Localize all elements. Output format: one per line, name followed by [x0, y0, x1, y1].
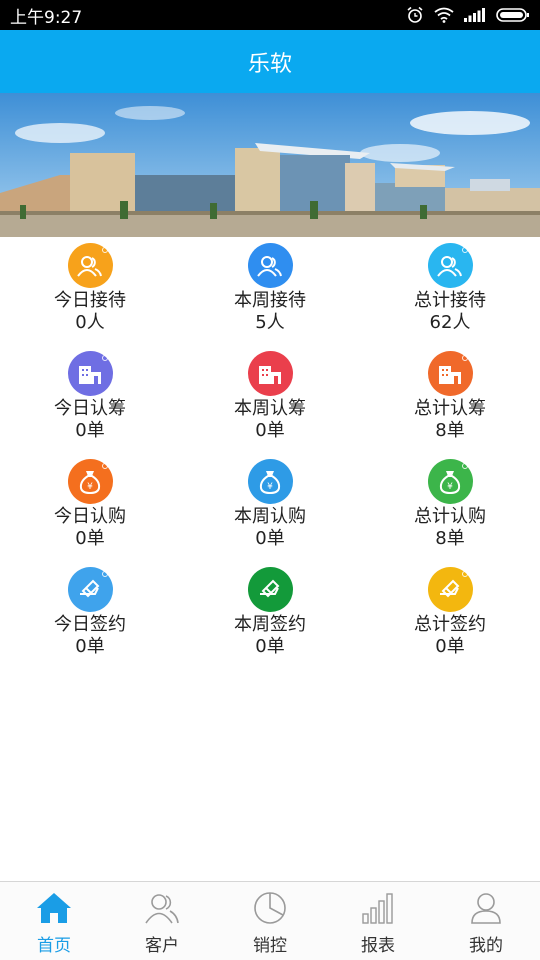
stat-value: 8单	[435, 420, 465, 441]
stat-value: 0单	[75, 636, 105, 657]
nav-label: 首页	[37, 936, 71, 956]
money-bag-icon: ¥	[247, 459, 293, 504]
building-photo	[0, 93, 540, 237]
stat-today-reception[interactable]: 今日接待 0人	[0, 240, 180, 348]
stats-grid: 今日接待 0人 本周接待 5人 总计接待 62人 今日认筹 0单 本周认筹 0单…	[0, 240, 540, 672]
nav-label: 我的	[469, 936, 503, 956]
stat-label: 本周签约	[234, 614, 306, 635]
svg-text:¥: ¥	[87, 482, 93, 492]
stat-label: 本周认购	[234, 506, 306, 527]
building-icon	[67, 351, 113, 396]
stat-total-signing[interactable]: 总计签约 0单	[360, 564, 540, 672]
stat-week-signing[interactable]: 本周签约 0单	[180, 564, 360, 672]
nav-home[interactable]: 首页	[0, 882, 108, 960]
stat-value: 0单	[255, 636, 285, 657]
nav-label: 报表	[361, 936, 395, 956]
wifi-icon	[434, 7, 454, 23]
stat-value: 62人	[429, 312, 471, 333]
stat-total-purchase[interactable]: ¥ 总计认购 8单	[360, 456, 540, 564]
stat-value: 8单	[435, 528, 465, 549]
signal-icon	[464, 8, 485, 22]
customer-icon	[144, 890, 180, 926]
reception-icon	[247, 243, 293, 288]
money-bag-icon: ¥	[427, 459, 473, 504]
reception-icon	[67, 243, 113, 288]
stat-total-reception[interactable]: 总计接待 62人	[360, 240, 540, 348]
nav-sales-control[interactable]: 销控	[216, 882, 324, 960]
user-icon	[468, 890, 504, 926]
stat-value: 5人	[255, 312, 285, 333]
stat-value: 0单	[255, 528, 285, 549]
stat-label: 本周接待	[234, 290, 306, 311]
signing-icon	[427, 567, 473, 612]
app-title: 乐软	[247, 51, 292, 77]
stat-label: 总计签约	[414, 614, 486, 635]
stat-label: 今日签约	[54, 614, 126, 635]
svg-text:¥: ¥	[447, 482, 453, 492]
stat-label: 本周认筹	[234, 398, 306, 419]
stat-label: 今日接待	[54, 290, 126, 311]
stats-row-signing: 今日签约 0单 本周签约 0单 总计签约 0单	[0, 564, 540, 672]
stat-label: 总计认购	[414, 506, 486, 527]
pie-chart-icon	[252, 890, 288, 926]
money-bag-icon: ¥	[67, 459, 113, 504]
stat-week-purchase[interactable]: ¥ 本周认购 0单	[180, 456, 360, 564]
stat-today-subscription[interactable]: 今日认筹 0单	[0, 348, 180, 456]
stat-total-subscription[interactable]: 总计认筹 8单	[360, 348, 540, 456]
stat-week-subscription[interactable]: 本周认筹 0单	[180, 348, 360, 456]
banner-image[interactable]	[0, 93, 540, 237]
battery-icon	[496, 8, 529, 22]
signing-icon	[67, 567, 113, 612]
status-bar: 上午9:27	[0, 0, 540, 30]
nav-label: 客户	[145, 936, 179, 956]
app-bar: 乐软	[0, 30, 540, 93]
signing-icon	[247, 567, 293, 612]
stat-label: 总计认筹	[414, 398, 486, 419]
stat-label: 总计接待	[414, 290, 486, 311]
reception-icon	[427, 243, 473, 288]
alarm-icon	[407, 6, 423, 23]
nav-label: 销控	[253, 936, 287, 956]
home-icon	[36, 890, 72, 926]
nav-report[interactable]: 报表	[324, 882, 432, 960]
stats-row-subscription: 今日认筹 0单 本周认筹 0单 总计认筹 8单	[0, 348, 540, 456]
bar-chart-icon	[360, 890, 396, 926]
status-time: 上午9:27	[10, 7, 83, 28]
building-icon	[427, 351, 473, 396]
stat-value: 0单	[75, 420, 105, 441]
stats-row-purchase: ¥ 今日认购 0单 ¥ 本周认购 0单 ¥ 总计认购 8单	[0, 456, 540, 564]
stat-value: 0单	[255, 420, 285, 441]
bottom-nav: 首页 客户 销控 报表 我的	[0, 881, 540, 960]
svg-text:¥: ¥	[267, 482, 273, 492]
nav-customer[interactable]: 客户	[108, 882, 216, 960]
stat-value: 0单	[435, 636, 465, 657]
stat-value: 0人	[75, 312, 105, 333]
building-icon	[247, 351, 293, 396]
stat-label: 今日认购	[54, 506, 126, 527]
stat-today-signing[interactable]: 今日签约 0单	[0, 564, 180, 672]
status-icons	[406, 6, 530, 24]
stat-today-purchase[interactable]: ¥ 今日认购 0单	[0, 456, 180, 564]
stat-week-reception[interactable]: 本周接待 5人	[180, 240, 360, 348]
nav-mine[interactable]: 我的	[432, 882, 540, 960]
stat-label: 今日认筹	[54, 398, 126, 419]
stats-row-reception: 今日接待 0人 本周接待 5人 总计接待 62人	[0, 240, 540, 348]
stat-value: 0单	[75, 528, 105, 549]
